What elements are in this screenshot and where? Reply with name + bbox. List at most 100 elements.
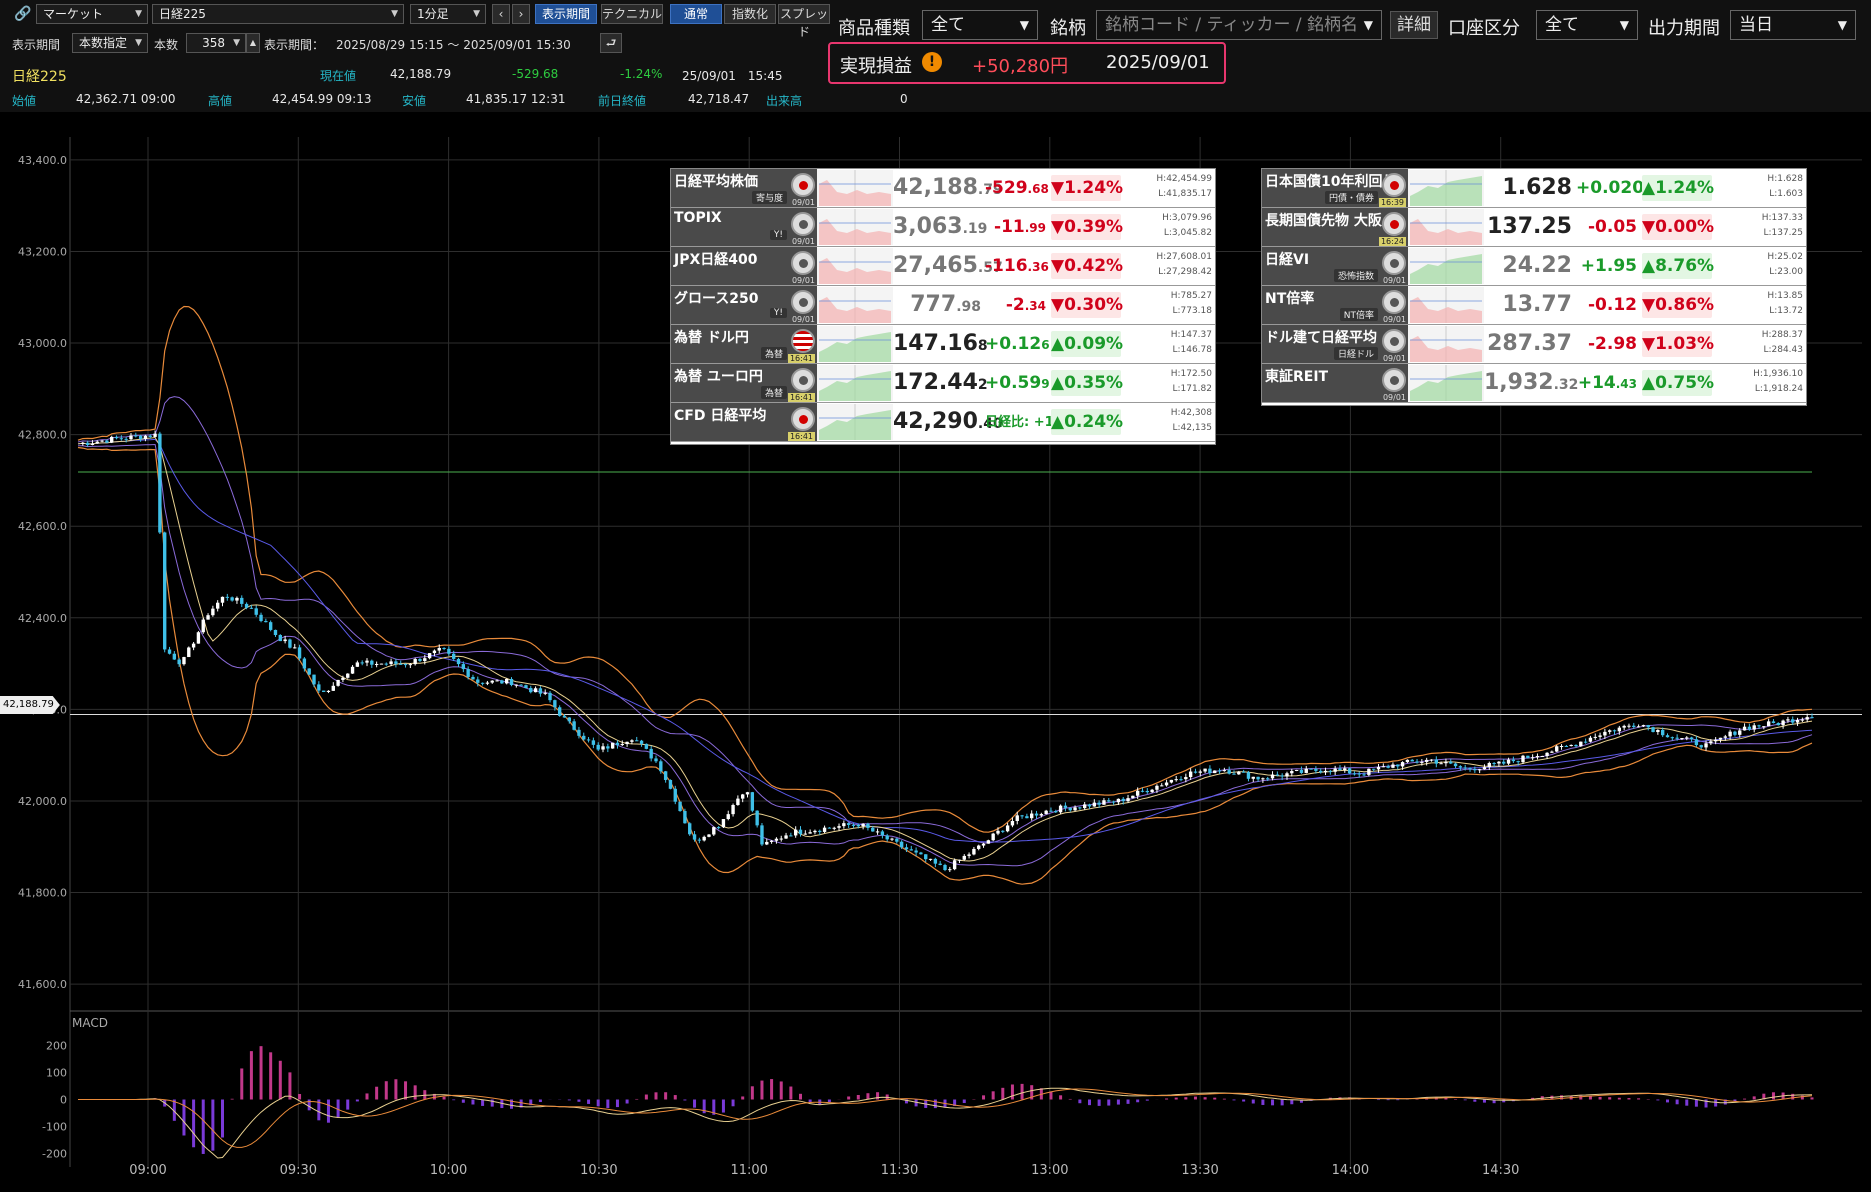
quote-high-low: H:1.628 L:1.603 [1714, 172, 1806, 202]
index-button[interactable]: 指数化 [724, 4, 776, 24]
quote-price: 1,932.32 [1484, 364, 1578, 402]
normal-button[interactable]: 通常 [670, 4, 722, 24]
candle-body [418, 658, 422, 661]
count-input[interactable]: 358 ▼ [186, 33, 246, 53]
candle-body [1742, 726, 1747, 731]
candle-body [712, 827, 716, 835]
macd-histogram-bar [1184, 1097, 1188, 1100]
quote-row[interactable]: 為替 ドル円 為替 16:41 147.168 +0.126 ▲0.09% H:1… [671, 325, 1215, 364]
candle-body [90, 443, 95, 445]
quote-high: H:1,936.10 [1753, 369, 1803, 379]
period-mode-select[interactable]: 本数指定 ▼ [72, 33, 148, 53]
quote-sub-tag[interactable]: 円債・債券 [1324, 191, 1378, 204]
macd-histogram-bar [1463, 1099, 1467, 1101]
candle-body [716, 827, 721, 829]
quote-change-pct: ▲0.24% [1051, 409, 1123, 435]
quote-row[interactable]: NT倍率 NT倍率 09/01 13.77 -0.12 ▼0.86% H:13.8… [1262, 286, 1806, 325]
candle-body [948, 869, 952, 871]
quote-sub-tag[interactable]: Y! [769, 230, 787, 240]
quote-row[interactable]: 日経VI 恐怖指数 09/01 24.22 +1.95 ▲8.76% H:25.0… [1262, 247, 1806, 286]
quote-change: -0.05 [1576, 208, 1640, 246]
quote-row[interactable]: グロース250 Y! 09/01 777.98 -2.34 ▼0.30% H:78… [671, 286, 1215, 325]
quote-sub-tag[interactable]: 日経ドル [1333, 347, 1378, 360]
candle-body [866, 823, 870, 828]
quote-row[interactable]: CFD 日経平均 16:41 42,290.40 日経比: +101 ▲0.24… [671, 403, 1215, 442]
detail-button[interactable]: 詳細 [1390, 11, 1438, 39]
quote-sub-tag[interactable]: Y! [769, 308, 787, 318]
quote-change-main: -0.05 [1588, 217, 1637, 237]
macd-panel: 200 100 0 -100 -200 [42, 1040, 1814, 1161]
quote-row[interactable]: 長期国債先物 大阪 16:24 137.25 -0.05 ▼0.00% H:13… [1262, 208, 1806, 247]
quote-sub-tag[interactable]: 寄与度 [751, 191, 787, 204]
quote-high-low: H:288.37 L:284.43 [1714, 328, 1806, 358]
candle-body [1718, 737, 1723, 740]
quote-row[interactable]: 日本国債10年利回り 円債・債券 16:39 1.628 +0.020 ▲1.24… [1262, 169, 1806, 208]
quote-row[interactable]: 東証REIT 09/01 1,932.32 +14.43 ▲0.75% H:1,… [1262, 364, 1806, 403]
macd-histogram-bar [240, 1068, 244, 1100]
stepper-down-icon[interactable]: ▼ [233, 34, 240, 52]
quote-name: 日経225 [12, 69, 67, 85]
stepper-up-icon[interactable]: ▲ [246, 33, 260, 53]
macd-tick-label: -100 [42, 1121, 67, 1134]
quote-price: 42,188.79 [893, 169, 1003, 207]
candle-body [1246, 772, 1251, 779]
period-button[interactable]: 表示期間 [535, 4, 597, 24]
macd-histogram-bar [471, 1099, 475, 1105]
candle-body [1381, 766, 1386, 768]
macd-histogram-bar [1242, 1099, 1246, 1102]
quote-row[interactable]: 為替 ユーロ円 為替 16:41 172.442 +0.599 ▲0.35% H:… [671, 364, 1215, 403]
candle-body [519, 684, 523, 686]
quote-row[interactable]: ドル建て日経平均 日経ドル 09/01 287.37 -2.98 ▼1.03% H… [1262, 325, 1806, 364]
technical-button[interactable]: テクニカル [601, 4, 663, 24]
candle-body [1179, 779, 1183, 781]
next-button[interactable]: › [512, 4, 530, 24]
quote-row[interactable]: JPX日経400 09/01 27,465.57 -116.36 ▼0.42% … [671, 247, 1215, 286]
return-icon[interactable]: ⮐ [600, 33, 622, 53]
prev-button[interactable]: ‹ [492, 4, 510, 24]
period-mode-value: 本数指定 [79, 36, 128, 50]
macd-histogram-bar [644, 1094, 648, 1100]
candle-body [1723, 736, 1727, 738]
quote-change-pct: ▲8.76% [1642, 253, 1714, 279]
macd-label: MACD [72, 1016, 108, 1030]
candle-body [95, 441, 99, 444]
quote-sub-tag[interactable]: 為替 [760, 347, 787, 360]
candle-body [697, 839, 702, 841]
product-select[interactable]: 全て ▼ [922, 10, 1038, 40]
candle-body [1526, 755, 1530, 758]
output-select[interactable]: 当日 ▼ [1730, 10, 1856, 40]
account-select[interactable]: 全て ▼ [1536, 10, 1638, 40]
quote-row[interactable]: 日経平均株価 寄与度 09/01 42,188.79 -529.68 ▼1.24%… [671, 169, 1215, 208]
quote-sub-tag[interactable]: 恐怖指数 [1333, 269, 1378, 282]
quote-sub-tag[interactable]: 為替 [760, 386, 787, 399]
quote-sub-tag[interactable]: NT倍率 [1339, 308, 1378, 321]
macd-tick-label: -200 [42, 1148, 67, 1161]
market-select[interactable]: マーケット ▼ [36, 4, 148, 24]
candle-body [1140, 790, 1145, 792]
candle-body [914, 850, 918, 853]
candle-body [1314, 768, 1318, 771]
candle-body [793, 829, 798, 836]
quote-row[interactable]: TOPIX Y! 09/01 3,063.19 -11.99 ▼0.39% H:3… [671, 208, 1215, 247]
link-icon[interactable]: 🔗 [14, 6, 31, 22]
symbol-select[interactable]: 日経225 ▼ [152, 4, 404, 24]
candle-body [1733, 731, 1737, 735]
quote-high-low: H:42,308 L:42,135 [1123, 406, 1215, 436]
quote-date: 09/01 [1382, 315, 1406, 324]
candle-body [461, 664, 466, 670]
current-label: 現在値 [320, 69, 357, 83]
macd-histogram-bar [1107, 1099, 1111, 1106]
macd-histogram-bar [461, 1099, 465, 1103]
candle-body [177, 659, 181, 665]
low-label: 安値 [402, 94, 427, 108]
candle-body [1420, 761, 1424, 763]
candle-body [726, 814, 730, 820]
candle-body [1309, 768, 1313, 770]
quote-low: L:773.18 [1172, 306, 1212, 316]
candlesticks [81, 430, 1814, 873]
interval-select[interactable]: 1分足 ▼ [410, 4, 486, 24]
spread-button[interactable]: スプレッド [778, 4, 830, 39]
symbol-search-input[interactable]: 銘柄コード / ティッカー / 銘柄名 ▼ [1096, 10, 1382, 40]
x-tick-label: 14:30 [1482, 1163, 1519, 1178]
warning-icon[interactable]: ! [922, 52, 942, 72]
